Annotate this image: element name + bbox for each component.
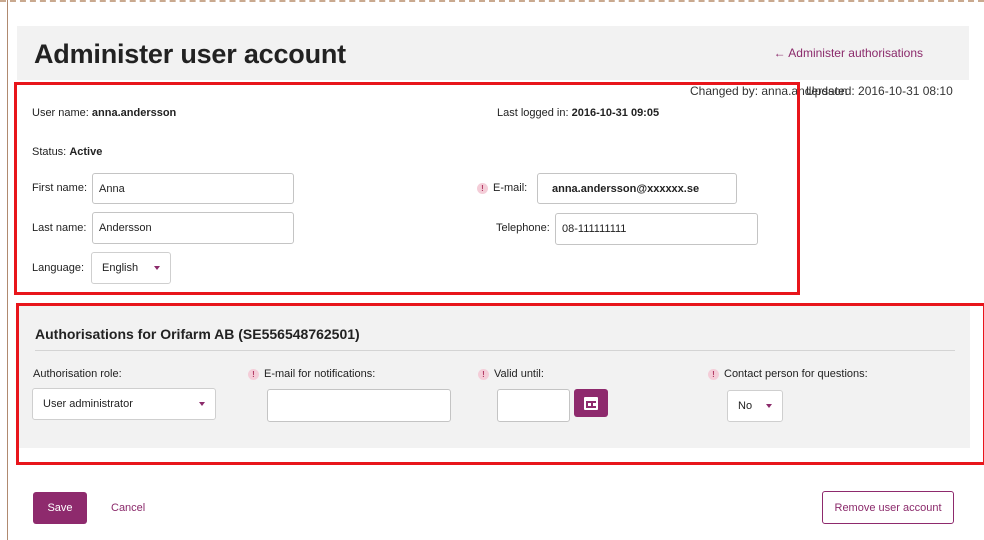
left-border	[7, 0, 8, 540]
administer-authorisations-link[interactable]: ← Administer authorisations	[774, 46, 923, 60]
cancel-link[interactable]: Cancel	[111, 502, 145, 514]
remove-user-account-button[interactable]: Remove user account	[822, 491, 954, 524]
save-button[interactable]: Save	[33, 492, 87, 524]
top-border	[0, 0, 984, 2]
highlight-box-account	[14, 82, 800, 295]
page-title: Administer user account	[34, 39, 346, 69]
updated-text: Updated: 2016-10-31 08:10	[806, 84, 953, 98]
highlight-box-authorisations	[16, 303, 984, 465]
page-header: Administer user account ← Administer aut…	[17, 26, 969, 80]
